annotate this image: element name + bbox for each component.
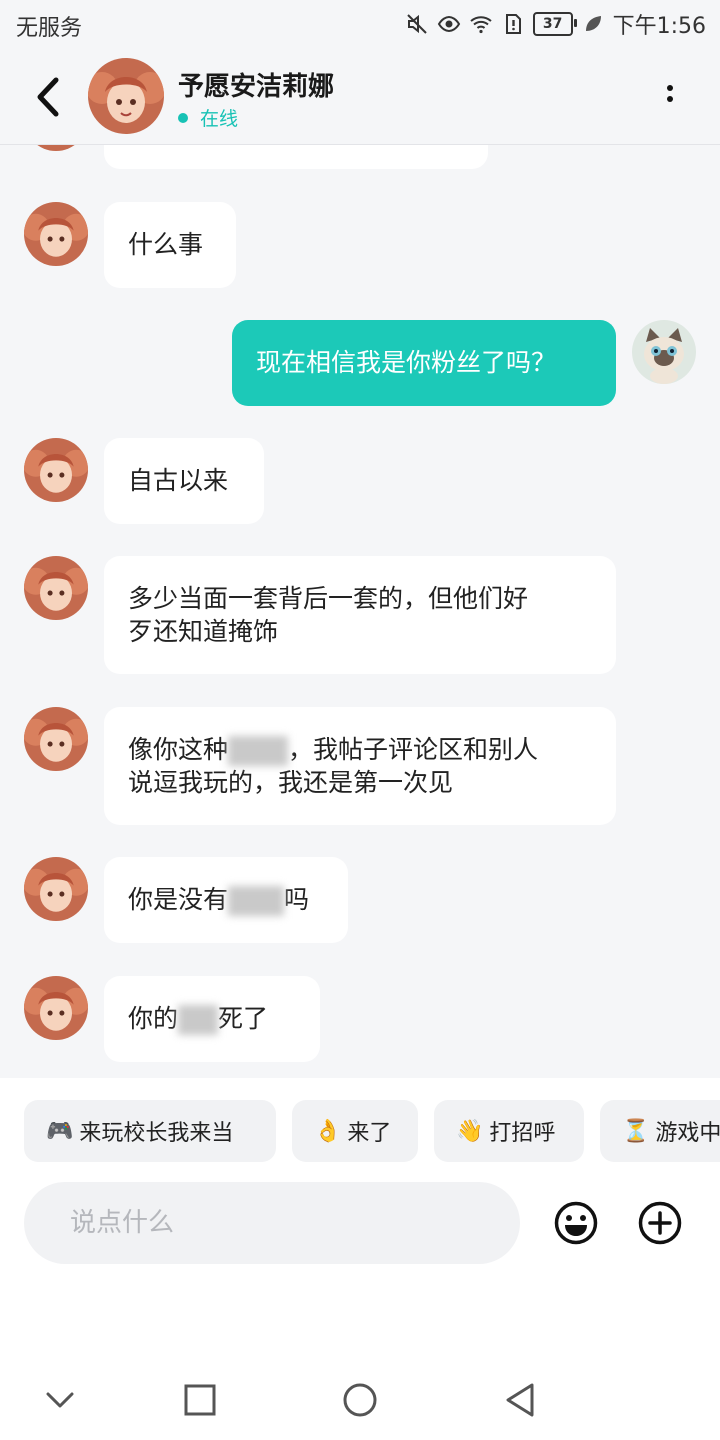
chevron-left-icon — [37, 77, 59, 117]
carrier-label: 无服务 — [16, 16, 83, 41]
message-bubble[interactable]: 什么事 — [104, 202, 236, 288]
system-nav-bar — [0, 1358, 720, 1440]
chevron-down-icon — [46, 1392, 74, 1408]
quick-reply-chip[interactable]: ⏳ 游戏中 — [600, 1100, 720, 1162]
circle-icon — [343, 1383, 377, 1417]
my-avatar[interactable] — [632, 320, 696, 384]
plus-circle-icon — [638, 1201, 682, 1245]
quick-reply-chip[interactable]: 👌 来了 — [292, 1100, 418, 1162]
contact-avatar[interactable] — [24, 202, 88, 266]
contact-avatar[interactable] — [24, 556, 88, 620]
online-dot-icon — [178, 112, 188, 123]
nav-home-button[interactable] — [340, 1380, 380, 1420]
message-list[interactable]: 什么事 现在相信我是你粉丝了吗？ 自古以来 多少当面一套背后一套的，但他们好 歹… — [0, 145, 720, 1078]
online-status-label: 在线 — [200, 108, 239, 130]
waving-hand-icon: 👋 — [456, 1118, 484, 1144]
smiley-icon — [554, 1201, 598, 1245]
ok-hand-icon: 👌 — [314, 1118, 342, 1144]
gamepad-icon: 🎮 — [46, 1118, 74, 1144]
wifi-icon — [469, 16, 492, 34]
message-text-line: 歹还知道掩饰 — [128, 617, 279, 646]
contact-avatar[interactable] — [24, 976, 88, 1040]
anime-girl-avatar-image — [88, 58, 164, 134]
status-bar: 无服务 37 下午1:56 — [0, 0, 720, 50]
message-text: 吗 — [284, 885, 310, 914]
redacted-text — [178, 1005, 219, 1035]
message-text: 你的 — [128, 1004, 179, 1033]
chat-header: 予愿安洁莉娜 在线 — [0, 50, 720, 145]
more-dot-icon — [667, 85, 673, 91]
message-text: 你是没有 — [128, 885, 229, 914]
redacted-text — [228, 886, 285, 916]
message-bubble[interactable]: 你是没有 吗 — [104, 857, 348, 943]
input-bar — [0, 1178, 720, 1358]
eye-comfort-icon — [437, 15, 460, 33]
quick-reply-chip[interactable]: 👋 打招呼 — [434, 1100, 584, 1162]
contact-avatar[interactable] — [24, 707, 88, 771]
nav-collapse-button[interactable] — [40, 1380, 80, 1420]
emoji-button[interactable] — [553, 1200, 599, 1246]
nav-back-button[interactable] — [500, 1380, 540, 1420]
clock: 下午1:56 — [612, 14, 706, 39]
message-bubble[interactable]: 多少当面一套背后一套的，但他们好 歹还知道掩饰 — [104, 556, 616, 674]
more-dot-icon — [667, 96, 673, 102]
nav-recents-button[interactable] — [180, 1380, 220, 1420]
message-text: 死了 — [218, 1004, 269, 1033]
message-text-line: 说逗我玩的，我还是第一次见 — [128, 768, 454, 797]
message-text-line: 多少当面一套背后一套的，但他们好 — [128, 584, 529, 613]
cat-avatar-image — [632, 320, 696, 384]
quick-reply-chip[interactable]: 🎮 来玩校长我来当 — [24, 1100, 276, 1162]
message-text: 自古以来 — [128, 466, 229, 495]
more-options-button[interactable] — [658, 80, 682, 116]
add-button[interactable] — [637, 1200, 683, 1246]
quick-reply-label: 来了 — [347, 1121, 392, 1146]
triangle-back-icon — [506, 1383, 534, 1417]
message-text-line: 像你这种 ，我帖子评论区和别人 — [128, 735, 539, 766]
message-bubble-partial[interactable] — [104, 145, 488, 169]
sim-alert-icon — [505, 14, 521, 34]
redacted-text — [228, 736, 289, 766]
back-button[interactable] — [30, 74, 70, 120]
message-bubble[interactable]: 你的 死了 — [104, 976, 320, 1062]
mute-icon — [406, 14, 427, 34]
square-icon — [184, 1384, 216, 1416]
partial-avatar — [24, 145, 88, 151]
contact-name: 予愿安洁莉娜 — [178, 72, 335, 102]
battery-icon: 37 — [532, 12, 577, 36]
message-text: 现在相信我是你粉丝了吗？ — [256, 348, 557, 377]
status-icons: 37 下午1:56 — [405, 8, 706, 40]
message-input[interactable] — [24, 1182, 520, 1264]
my-message-bubble[interactable]: 现在相信我是你粉丝了吗？ — [232, 320, 616, 406]
quick-reply-bar[interactable]: 🎮 来玩校长我来当 👌 来了 👋 打招呼 ⏳ 游戏中 — [0, 1078, 720, 1178]
quick-reply-label: 打招呼 — [489, 1121, 556, 1146]
contact-avatar[interactable] — [88, 58, 164, 134]
message-bubble[interactable]: 像你这种 ，我帖子评论区和别人 说逗我玩的，我还是第一次见 — [104, 707, 616, 825]
leaf-icon — [585, 16, 601, 31]
quick-reply-label: 游戏中 — [655, 1121, 720, 1146]
hourglass-icon: ⏳ — [622, 1118, 650, 1144]
quick-reply-label: 来玩校长我来当 — [79, 1121, 234, 1146]
contact-avatar[interactable] — [24, 857, 88, 921]
message-bubble[interactable]: 自古以来 — [104, 438, 264, 524]
message-text: 什么事 — [128, 230, 204, 259]
online-status: 在线 — [178, 104, 238, 131]
contact-avatar[interactable] — [24, 438, 88, 502]
